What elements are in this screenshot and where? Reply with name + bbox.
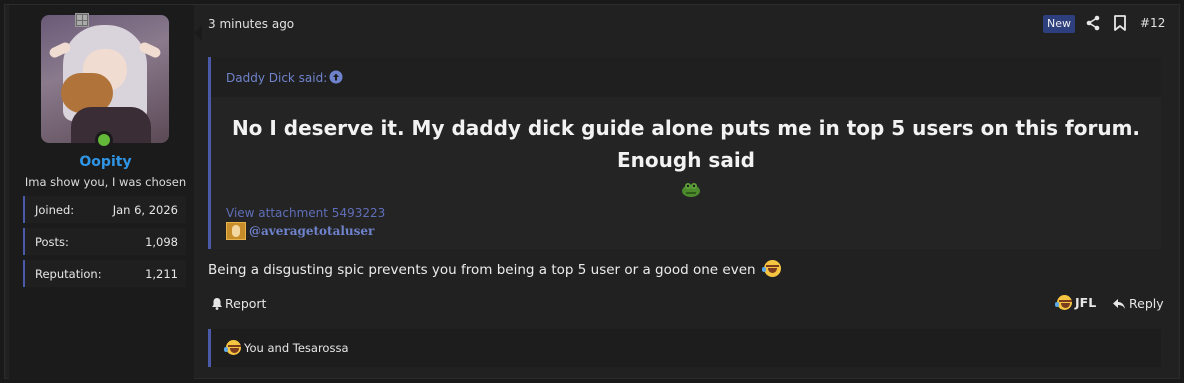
quote-header bbox=[211, 57, 1161, 97]
reply-label: Reply bbox=[1129, 296, 1164, 311]
online-status-indicator bbox=[95, 131, 113, 149]
reactions-summary[interactable]: You and Tesarossa bbox=[244, 341, 349, 355]
stat-reputation: Reputation: 1,211 bbox=[23, 260, 186, 287]
stat-label: Posts: bbox=[35, 234, 69, 249]
avatar[interactable] bbox=[41, 15, 169, 143]
user-title: Ima show you, I was chosen bbox=[24, 175, 187, 189]
user-flair-icon bbox=[75, 13, 89, 27]
reaction-button[interactable]: JFL bbox=[1055, 295, 1097, 310]
stat-label: Reputation: bbox=[35, 266, 102, 281]
arrow-up-circle-icon[interactable] bbox=[329, 70, 343, 84]
stat-joined: Joined: Jan 6, 2026 bbox=[23, 196, 186, 223]
quote-block: Daddy Dick said: No I deserve it. My dad… bbox=[208, 57, 1161, 249]
user-sidebar-arrow bbox=[194, 25, 202, 41]
stat-value: 1,098 bbox=[145, 234, 178, 249]
quote-line-1: No I deserve it. My daddy dick guide alo… bbox=[231, 116, 1141, 140]
post-container: Oopity Ima show you, I was chosen Joined… bbox=[4, 4, 1180, 380]
quote-text: No I deserve it. My daddy dick guide alo… bbox=[211, 112, 1161, 176]
report-button[interactable]: Report bbox=[211, 296, 266, 311]
bell-icon bbox=[212, 298, 222, 310]
laughing-emoji-icon bbox=[224, 340, 241, 355]
reply-button[interactable]: Reply bbox=[1112, 296, 1164, 311]
share-icon[interactable] bbox=[1085, 15, 1101, 31]
reaction-label: JFL bbox=[1075, 295, 1097, 310]
laughing-emoji-icon bbox=[761, 260, 781, 277]
stat-value: 1,211 bbox=[145, 266, 178, 281]
post-timestamp[interactable]: 3 minutes ago bbox=[208, 17, 294, 31]
mention-link[interactable]: @averagetotaluser bbox=[249, 224, 374, 238]
post-body-text: Being a disgusting spic prevents you fro… bbox=[208, 262, 756, 278]
quote-line-2: Enough said bbox=[617, 148, 755, 172]
mention-avatar bbox=[226, 222, 246, 240]
bookmark-icon[interactable] bbox=[1113, 15, 1127, 31]
reactions-bar[interactable]: You and Tesarossa bbox=[208, 329, 1161, 367]
post-body: Being a disgusting spic prevents you fro… bbox=[208, 260, 781, 278]
laughing-emoji-icon bbox=[1055, 295, 1072, 310]
quote-author-link[interactable]: Daddy Dick said: bbox=[226, 71, 327, 85]
stat-posts: Posts: 1,098 bbox=[23, 228, 186, 255]
attachment-link[interactable]: View attachment 5493223 bbox=[226, 206, 385, 220]
new-badge: New bbox=[1043, 15, 1075, 33]
stat-value: Jan 6, 2026 bbox=[112, 202, 178, 217]
report-label: Report bbox=[225, 296, 267, 311]
reply-icon bbox=[1113, 298, 1125, 309]
stat-label: Joined: bbox=[35, 202, 75, 217]
frog-emoji-icon bbox=[682, 183, 700, 197]
post-number-link[interactable]: #12 bbox=[1140, 16, 1165, 30]
username[interactable]: Oopity bbox=[9, 154, 202, 170]
user-sidebar: Oopity Ima show you, I was chosen Joined… bbox=[9, 5, 194, 380]
